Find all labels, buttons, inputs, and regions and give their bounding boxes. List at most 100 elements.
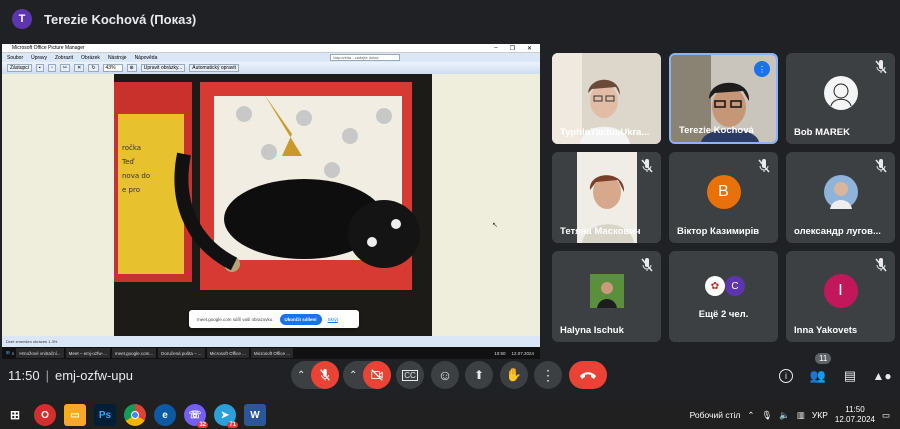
- activities-icon: ▲●: [872, 369, 892, 383]
- chrome-icon[interactable]: [124, 404, 146, 426]
- photoshop-icon[interactable]: Ps: [94, 404, 116, 426]
- more-vert-icon: ⋮: [541, 366, 555, 383]
- camera-options-chevron-icon[interactable]: ⌃: [349, 370, 357, 381]
- telegram-icon[interactable]: ➤ 71: [214, 404, 238, 428]
- shared-task-item: Meet – emj-ozfw-...: [65, 348, 110, 358]
- zoom-icon: ⊕: [126, 64, 137, 72]
- picture-canvas: ročka Teď nova do e pro ↖: [2, 74, 540, 336]
- svg-text:ročka: ročka: [122, 144, 141, 152]
- windows-start-icon[interactable]: ⊞: [4, 404, 26, 426]
- mic-off-icon: [320, 368, 330, 381]
- participant-avatar: В: [706, 175, 741, 210]
- clock-time: 11:50: [845, 405, 865, 414]
- people-button[interactable]: 👥 11: [807, 353, 832, 387]
- mic-options-chevron-icon[interactable]: ⌃: [297, 370, 305, 381]
- participant-tile[interactable]: олександр лугов...: [786, 152, 895, 243]
- volume-icon[interactable]: 🔈: [779, 410, 790, 421]
- participant-tile-active-speaker[interactable]: ⋮ Terezie Kochová: [669, 53, 778, 144]
- more-options-button[interactable]: ⋮: [534, 361, 562, 389]
- mic-off-icon: [875, 159, 887, 173]
- captions-button[interactable]: CC: [396, 361, 424, 389]
- auto-correct-button: Automatický opravit: [189, 64, 239, 72]
- shared-screen: Microsoft Office Picture Manager – ❐ ✕ Sou…: [2, 44, 540, 347]
- menu-edit: Úpravy: [31, 54, 47, 61]
- window-controls: – ❐ ✕: [494, 45, 540, 52]
- banner-text: meet.google.com sdílí vaši obrazovku.: [197, 316, 274, 322]
- speaking-indicator-icon: ⋮: [754, 61, 770, 77]
- shortcuts-button: Zástupci: [7, 64, 32, 72]
- opera-icon[interactable]: O: [34, 404, 56, 426]
- mic-toggle-button[interactable]: [311, 361, 339, 389]
- participant-tile[interactable]: В Віктор Казимирів: [669, 152, 778, 243]
- network-icon[interactable]: ▥: [797, 410, 805, 421]
- participant-name: Віктор Казимирів: [677, 226, 760, 237]
- shared-photo: ročka Teď nova do e pro: [114, 74, 432, 336]
- microphone-icon[interactable]: 🎙: [761, 410, 772, 421]
- shared-clock-date: 12.07.2024: [511, 350, 534, 356]
- profile-photo: [829, 182, 852, 210]
- menu-file: Soubor: [7, 54, 24, 61]
- participant-tile[interactable]: I Inna Yakovets: [786, 251, 895, 342]
- participant-avatar: I: [823, 274, 858, 309]
- camera-control-group: ⌃: [343, 361, 391, 389]
- picture-manager-status: Dveř zmenšen obrázek 1.3%: [2, 336, 540, 347]
- mic-control-group: ⌃: [291, 361, 339, 389]
- mic-off-icon: [875, 258, 887, 272]
- participant-tile[interactable]: TyphloTactusUkra...: [552, 53, 661, 144]
- menu-help: Nápověda: [134, 54, 158, 61]
- word-icon[interactable]: W: [244, 404, 266, 426]
- participant-avatar: [823, 175, 858, 210]
- close-icon: ✕: [526, 45, 532, 52]
- separator: |: [45, 368, 49, 383]
- picture-manager-toolbar: Zástupci ▪ ▫ ✂ ✕ ↻ 43% ⊕ Upravit obrázky…: [2, 62, 540, 74]
- cut-icon: ✂: [59, 64, 71, 72]
- viber-icon[interactable]: ☏ 32: [184, 404, 208, 428]
- shared-task-item: Hrnožové vnitrační...: [16, 348, 64, 358]
- windows-taskbar: ⊞ O ▭ Ps e ☏ 32 ➤ 71 W Робочий стіл ⌃ 🎙 🔈 …: [0, 401, 900, 429]
- menu-view: Zobrazit: [54, 54, 74, 61]
- svg-text:nova do: nova do: [122, 172, 150, 180]
- clock-date: 12.07.2024: [834, 415, 875, 424]
- activities-button[interactable]: ▲●: [871, 365, 893, 387]
- shared-task-item: Microsoft Office ...: [250, 348, 294, 358]
- participant-tile[interactable]: Bob MAREK: [786, 53, 895, 144]
- system-clock[interactable]: 11:50 12.07.2024: [835, 405, 875, 425]
- participant-name: Inna Yakovets: [794, 325, 858, 336]
- help-search-field: Nápověda - zadejte dotaz: [330, 54, 400, 61]
- chat-icon: ▤: [843, 368, 857, 383]
- camera-toggle-button[interactable]: [363, 361, 391, 389]
- desktop-label: Робочий стіл: [689, 410, 741, 420]
- edge-icon[interactable]: e: [154, 404, 176, 426]
- svg-text:Teď: Teď: [121, 158, 135, 166]
- people-count-badge: 11: [815, 353, 832, 364]
- viber-badge: 32: [197, 422, 208, 428]
- meeting-details-button[interactable]: i: [775, 365, 797, 387]
- cursor-icon: ↖: [492, 222, 498, 229]
- emoji-button[interactable]: ☺: [431, 361, 459, 389]
- leave-call-button[interactable]: [569, 361, 607, 389]
- file-explorer-icon[interactable]: ▭: [64, 404, 86, 426]
- captions-icon: CC: [402, 369, 418, 381]
- participant-tile[interactable]: Halyna Ischuk: [552, 251, 661, 342]
- raise-hand-button[interactable]: ✋: [500, 361, 528, 389]
- mic-off-icon: [875, 60, 887, 74]
- mic-off-icon: [758, 159, 770, 173]
- group-avatar-2: C: [725, 276, 745, 296]
- zoom-select: 43%: [102, 64, 123, 72]
- participant-tile[interactable]: Тетяна Маскович: [552, 152, 661, 243]
- menu-picture: Obrázek: [81, 54, 100, 61]
- meeting-time: 11:50: [8, 368, 40, 383]
- present-button[interactable]: ⬆: [465, 361, 493, 389]
- shared-task-item: Doručená pošta – ...: [158, 348, 205, 358]
- portrait-sketch: [830, 83, 851, 107]
- participant-tile-more[interactable]: ✿ C Ещё 2 чел.: [669, 251, 778, 342]
- emoji-icon: ☺: [437, 367, 453, 383]
- save-icon: ▪: [35, 64, 44, 72]
- chat-button[interactable]: ▤: [839, 365, 861, 387]
- chevron-up-icon[interactable]: ⌃: [747, 410, 754, 421]
- start-icon: ⊞: [6, 350, 10, 355]
- camera-off-icon: [371, 369, 383, 381]
- picture-manager-title: Microsoft Office Picture Manager: [12, 45, 85, 51]
- notifications-icon[interactable]: ▭: [882, 410, 890, 421]
- language-indicator[interactable]: УКР: [812, 410, 828, 420]
